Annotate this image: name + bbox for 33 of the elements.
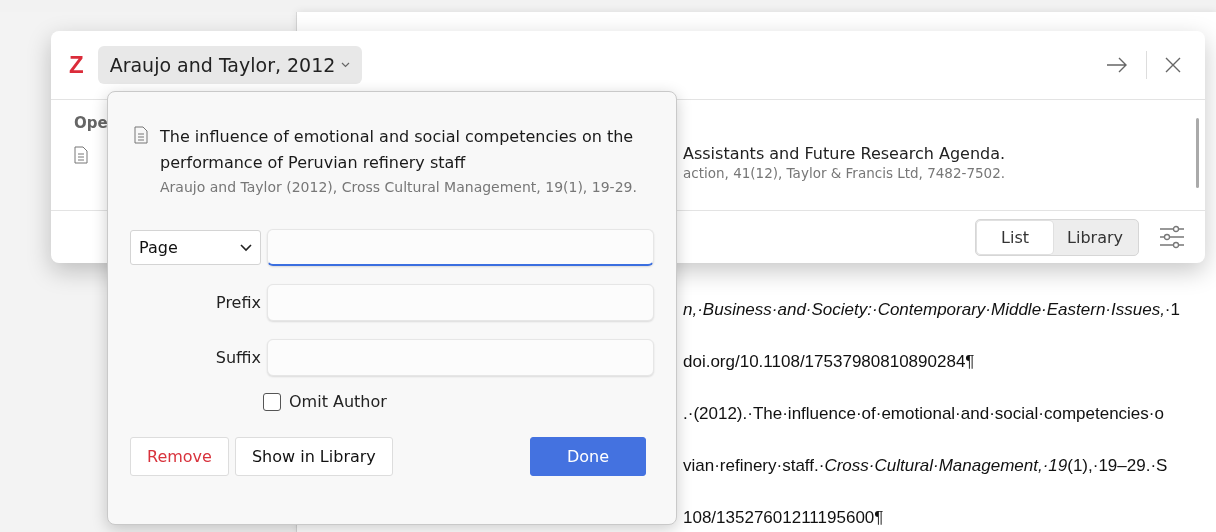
popup-button[interactable]: Done [530, 437, 646, 476]
chevron-down-icon [341, 62, 351, 68]
item-title[interactable]: Assistants and Future Research Agenda. [683, 144, 1006, 163]
field-label: Prefix [215, 293, 261, 312]
checkbox[interactable] [263, 392, 281, 411]
section-label: Ope [74, 114, 109, 132]
document-text-line: doi.org/10.1108/17537980810890284¶ [683, 351, 976, 373]
document-text-line: .·(2012).·The·influence·of·emotional·and·social·competencies·o [683, 403, 1165, 425]
field-label: Suffix [214, 348, 261, 367]
document-icon [74, 146, 88, 164]
scrollbar[interactable] [1196, 118, 1199, 188]
document-text-line: n,·Business·and·Society:·Contemporary·Middle·Eastern·Issues,·1 [683, 299, 1181, 321]
popup-button[interactable]: Show in Library [234, 437, 393, 476]
checkbox-label: Omit Author [289, 392, 387, 411]
chevron-down-icon [240, 243, 252, 252]
citation-button[interactable]: Araujo and Taylor, 2012 [97, 46, 363, 84]
view-toggle-option[interactable]: Library [1053, 220, 1137, 254]
close-icon[interactable] [1165, 57, 1181, 73]
item-meta: action, 41(12), Taylor & Francis Ltd, 7482-7502. [683, 165, 1006, 181]
locator-dropdown[interactable]: Page [130, 230, 261, 265]
text-input[interactable] [267, 284, 654, 321]
document-text-line: 108/13527601211195600¶ [683, 507, 885, 529]
document-text-line: vian·refinery·staff.·Cross·Cultural·Management,·19(1),·19–29.·S [683, 455, 1169, 477]
item-meta: Araujo and Taylor (2012), Cross Cultural Management, 19(1), 19-29. [160, 178, 638, 197]
view-toggle-option[interactable]: List [977, 220, 1054, 254]
popup-button[interactable]: Remove [130, 437, 229, 476]
locator-input[interactable] [267, 229, 654, 266]
app-logo: Z [69, 51, 84, 79]
settings-icon[interactable] [1159, 225, 1185, 249]
text-input[interactable] [267, 339, 654, 376]
arrow-right-icon[interactable] [1106, 57, 1128, 73]
document-icon [134, 126, 148, 144]
item-title: The influence of emotional and social competencies on the performance of Peruvian refinery staff [160, 126, 635, 174]
